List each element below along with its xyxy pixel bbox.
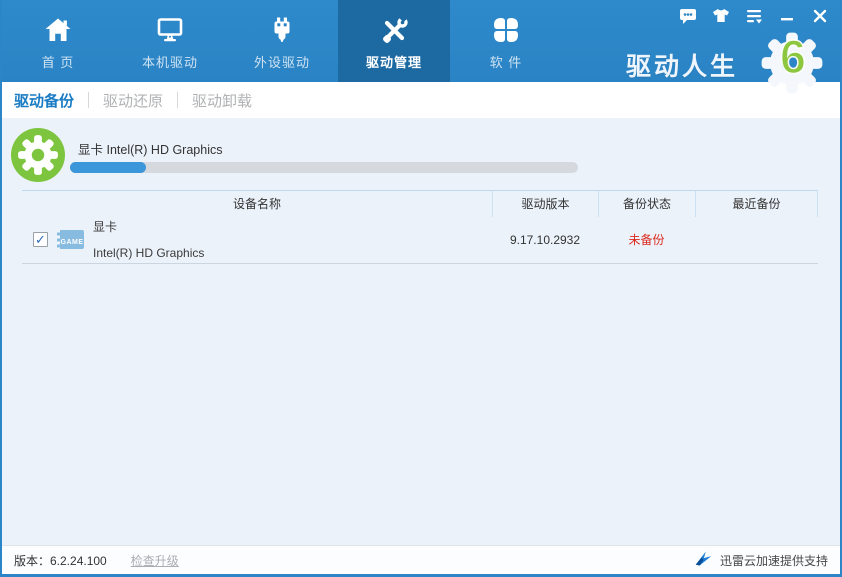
current-device-label: 显卡 Intel(R) HD Graphics bbox=[78, 143, 223, 157]
monitor-icon bbox=[155, 11, 185, 49]
device-category: 显卡 bbox=[93, 219, 118, 234]
row-checkbox[interactable]: ✓ bbox=[33, 232, 48, 247]
green-gear-icon bbox=[11, 128, 65, 182]
apps-icon bbox=[491, 11, 521, 49]
tab-driver-backup[interactable]: 驱动备份 bbox=[14, 90, 74, 111]
backup-progress-bar bbox=[70, 162, 578, 173]
sponsor-text: 迅雷云加速提供支持 bbox=[719, 553, 828, 568]
table-header: 设备名称 驱动版本 备份状态 最近备份 bbox=[22, 190, 818, 217]
header-last-backup: 最近备份 bbox=[695, 190, 818, 217]
sponsor-area: 迅雷云加速提供支持 bbox=[694, 550, 828, 570]
tab-driver-restore[interactable]: 驱动还原 bbox=[103, 90, 163, 111]
feedback-icon[interactable] bbox=[678, 6, 698, 26]
app-window: 首 页 本机驱动 外设驱动 驱动管理 软 件 驱动人生 6 驱动备份 驱动还原 … bbox=[0, 0, 842, 577]
header-driver-version: 驱动版本 bbox=[492, 190, 598, 217]
header-backup-status: 备份状态 bbox=[598, 190, 695, 217]
table-row[interactable]: ✓ GAME 显卡 Intel(R) HD Graphics 9.17.10.2… bbox=[22, 216, 818, 264]
device-name-text: 显卡 Intel(R) HD Graphics bbox=[93, 214, 204, 266]
nav-label: 软 件 bbox=[489, 55, 523, 70]
device-model: Intel(R) HD Graphics bbox=[93, 245, 205, 260]
home-icon bbox=[43, 11, 73, 49]
close-icon[interactable] bbox=[810, 6, 830, 26]
tools-icon bbox=[378, 11, 410, 49]
check-update-link[interactable]: 检查升级 bbox=[131, 552, 179, 569]
nav-label: 驱动管理 bbox=[365, 55, 422, 70]
tab-separator bbox=[177, 92, 179, 108]
content-area: 显卡 Intel(R) HD Graphics 设备名称 驱动版本 备份状态 最… bbox=[2, 118, 840, 545]
sub-tabbar: 驱动备份 驱动还原 驱动卸载 bbox=[2, 82, 840, 118]
nav-tab-home[interactable]: 首 页 bbox=[2, 0, 114, 82]
nav-tab-software[interactable]: 软 件 bbox=[450, 0, 562, 82]
status-bar: 版本：6.2.24.100 检查升级 迅雷云加速提供支持 bbox=[2, 545, 840, 574]
xunlei-bird-icon bbox=[694, 550, 713, 570]
minimize-icon[interactable] bbox=[777, 6, 797, 26]
progress-fill bbox=[70, 162, 147, 173]
nav-label: 首 页 bbox=[41, 55, 75, 70]
nav-tab-driver-management[interactable]: 驱动管理 bbox=[338, 0, 450, 82]
nav-tab-peripheral-drivers[interactable]: 外设驱动 bbox=[226, 0, 338, 82]
app-version-text: 版本：6.2.24.100 bbox=[14, 553, 107, 568]
tab-separator bbox=[88, 92, 90, 108]
skin-icon[interactable] bbox=[711, 6, 731, 26]
device-name-cell: ✓ GAME 显卡 Intel(R) HD Graphics bbox=[22, 214, 492, 266]
tab-driver-uninstall[interactable]: 驱动卸载 bbox=[192, 90, 252, 111]
menu-icon[interactable] bbox=[744, 6, 764, 26]
nav-tab-local-drivers[interactable]: 本机驱动 bbox=[114, 0, 226, 82]
backup-status-cell: 未备份 bbox=[628, 233, 665, 247]
device-table: 设备名称 驱动版本 备份状态 最近备份 ✓ GAME 显卡 Intel(R) H… bbox=[22, 190, 818, 264]
gpu-card-icon: GAME bbox=[57, 230, 84, 249]
usb-plug-icon bbox=[267, 11, 297, 49]
driver-version-cell: 9.17.10.2932 bbox=[509, 232, 581, 247]
nav-label: 本机驱动 bbox=[141, 55, 198, 70]
window-controls bbox=[678, 6, 830, 26]
nav-label: 外设驱动 bbox=[253, 55, 310, 70]
